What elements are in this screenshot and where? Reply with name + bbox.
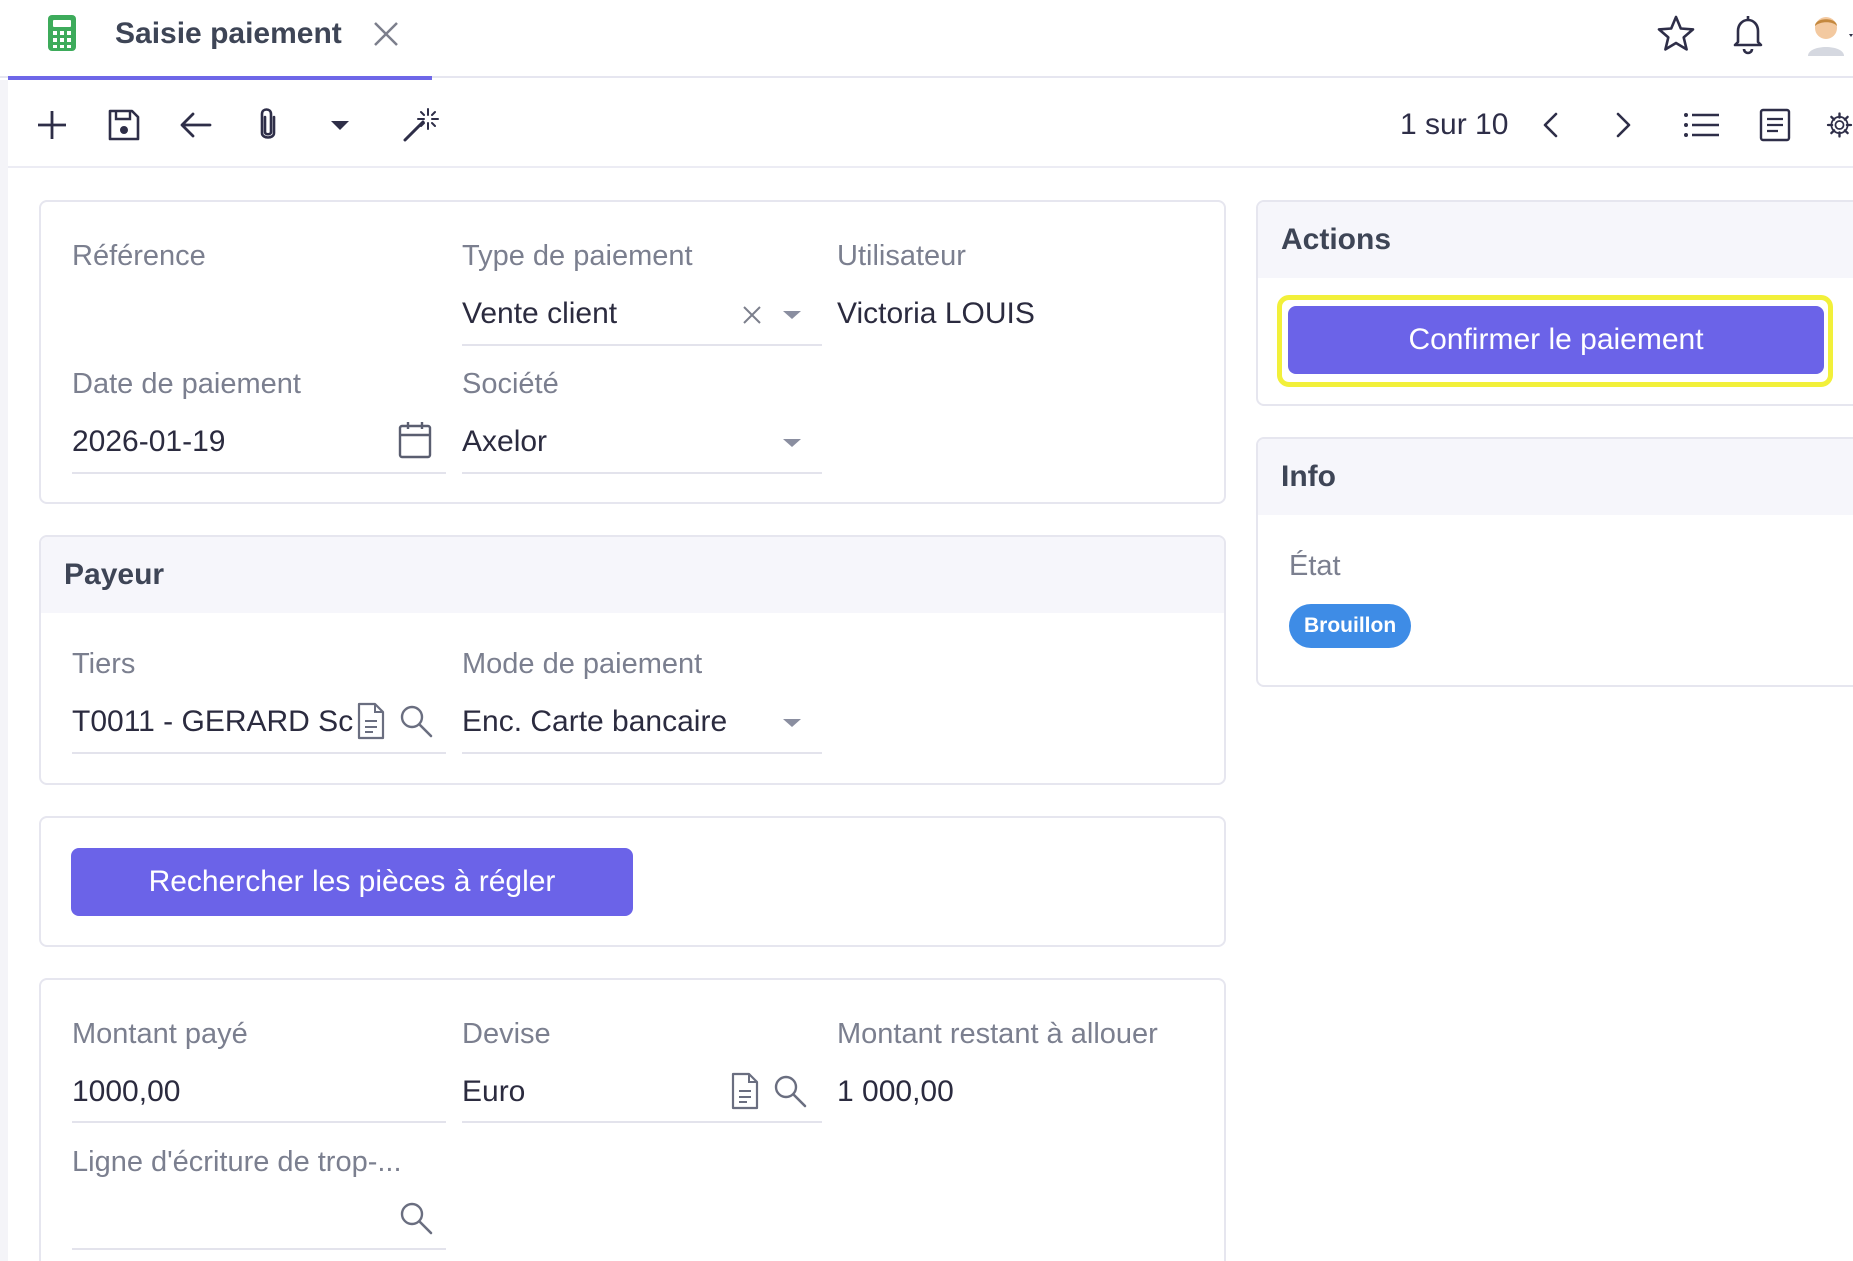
document-icon[interactable] (729, 1071, 761, 1111)
overpayment-line-label: Ligne d'écriture de trop-... (72, 1146, 402, 1178)
caret-down-icon (331, 121, 349, 130)
partner-underline (72, 752, 446, 754)
actions-title: Actions (1258, 202, 1853, 278)
magic-wand-button[interactable] (397, 102, 443, 148)
currency-field[interactable]: Euro (462, 1072, 525, 1112)
gear-icon (1826, 112, 1853, 138)
paid-amount-underline (72, 1121, 446, 1123)
payment-date-label: Date de paiement (72, 368, 301, 400)
form-view-icon (1759, 108, 1791, 142)
payment-mode-label: Mode de paiement (462, 648, 703, 680)
clear-icon[interactable] (741, 304, 763, 326)
search-icon[interactable] (398, 1200, 434, 1236)
payment-date-underline (72, 472, 446, 474)
tab-bar: Saisie paiement (0, 0, 1853, 80)
document-icon[interactable] (355, 701, 387, 741)
remaining-amount-value: 1 000,00 (837, 1075, 954, 1108)
next-record-button[interactable] (1600, 102, 1646, 148)
currency-underline (462, 1121, 822, 1123)
caret-down-icon[interactable] (781, 434, 803, 452)
left-edge (0, 80, 8, 1261)
payment-type-select[interactable]: Vente client (462, 294, 617, 334)
info-panel: Info État Brouillon (1256, 437, 1853, 687)
settings-button[interactable] (1826, 102, 1853, 148)
currency-label: Devise (462, 1018, 551, 1050)
confirm-payment-button[interactable]: Confirmer le paiement (1288, 306, 1824, 374)
magic-wand-icon (403, 108, 439, 142)
main-form-panel: Référence Type de paiement Vente client … (39, 200, 1226, 504)
reference-label: Référence (72, 240, 206, 272)
back-arrow-icon (180, 112, 212, 138)
toolbar: 1 sur 10 (0, 80, 1853, 168)
save-icon (108, 109, 140, 141)
info-title: Info (1258, 439, 1853, 515)
search-pieces-panel: Rechercher les pièces à régler (39, 816, 1226, 947)
search-pieces-button[interactable]: Rechercher les pièces à régler (71, 848, 633, 916)
calendar-icon[interactable] (397, 420, 433, 460)
plus-icon (38, 111, 66, 139)
amounts-panel: Montant payé 1000,00 Devise Euro Montant… (39, 978, 1226, 1261)
more-actions-dropdown[interactable] (317, 102, 363, 148)
user-label: Utilisateur (837, 240, 966, 272)
paid-amount-field[interactable]: 1000,00 (72, 1072, 180, 1112)
attachment-icon (260, 108, 276, 139)
user-value: Victoria LOUIS (837, 297, 1035, 330)
pager-label: 1 sur 10 (1400, 108, 1509, 141)
save-button[interactable] (101, 102, 147, 148)
tab-saisie-paiement[interactable]: Saisie paiement (8, 0, 432, 80)
company-select[interactable]: Axelor (462, 422, 547, 462)
paid-amount-label: Montant payé (72, 1018, 248, 1050)
payment-mode-underline (462, 752, 822, 754)
overpayment-line-underline (72, 1248, 446, 1250)
payment-type-label: Type de paiement (462, 240, 693, 272)
new-button[interactable] (29, 102, 75, 148)
caret-down-icon[interactable] (781, 714, 803, 732)
bell-icon[interactable] (1726, 12, 1770, 56)
payer-panel: Payeur Tiers T0011 - GERARD Sc Mode de p… (39, 535, 1226, 785)
payment-type-underline (462, 344, 822, 346)
company-underline (462, 472, 822, 474)
user-avatar[interactable] (1800, 12, 1853, 56)
search-icon[interactable] (398, 703, 434, 739)
company-label: Société (462, 368, 559, 400)
chevron-right-icon (1616, 112, 1631, 138)
tab-title: Saisie paiement (115, 17, 342, 50)
back-button[interactable] (173, 102, 219, 148)
form-view-button[interactable] (1752, 102, 1798, 148)
star-icon[interactable] (1654, 12, 1698, 56)
state-label: État (1289, 550, 1341, 582)
caret-down-icon[interactable] (781, 306, 803, 324)
payment-date-field[interactable]: 2026-01-19 (72, 422, 225, 462)
close-icon[interactable] (370, 18, 402, 50)
partner-label: Tiers (72, 648, 136, 680)
calculator-icon (48, 15, 76, 51)
search-icon[interactable] (772, 1073, 808, 1109)
list-view-button[interactable] (1679, 102, 1725, 148)
attachment-button[interactable] (245, 102, 291, 148)
partner-field[interactable]: T0011 - GERARD Sc (72, 702, 382, 742)
chevron-left-icon (1543, 112, 1558, 138)
previous-record-button[interactable] (1528, 102, 1574, 148)
list-view-icon (1684, 113, 1719, 137)
payer-title: Payeur (41, 537, 1224, 613)
remaining-amount-label: Montant restant à allouer (837, 1018, 1158, 1050)
status-badge: Brouillon (1289, 604, 1412, 648)
payment-mode-select[interactable]: Enc. Carte bancaire (462, 702, 727, 742)
